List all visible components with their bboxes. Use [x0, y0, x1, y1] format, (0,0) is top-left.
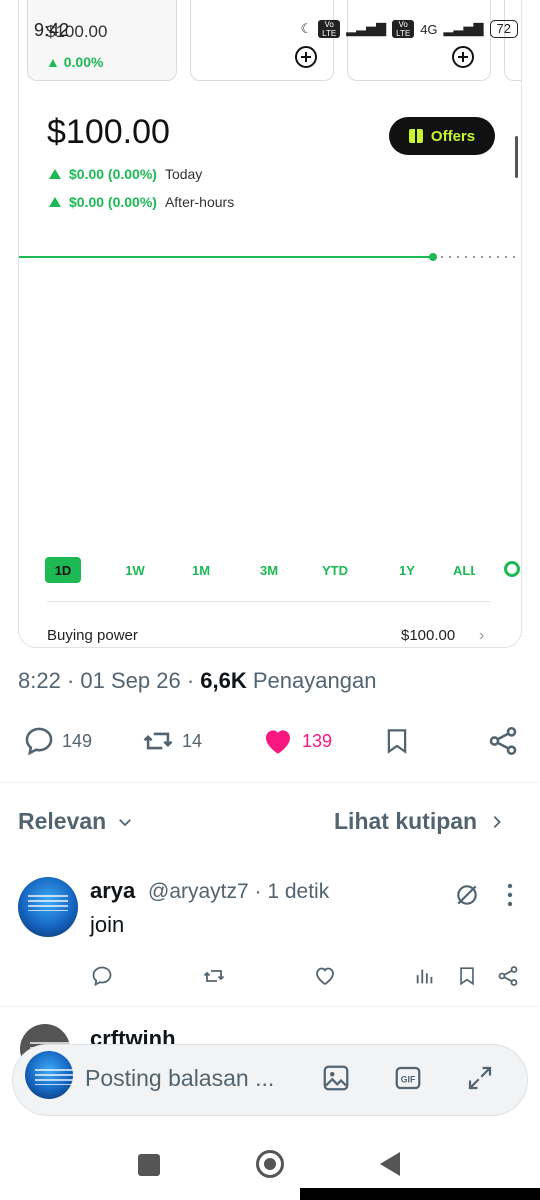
range-tab-1m[interactable]: 1M: [183, 557, 219, 583]
view-quotes-label: Lihat kutipan: [334, 808, 478, 834]
tweet-meta: 8:22 · 01 Sep 26 · 6,6K Penayangan: [18, 668, 377, 693]
gif-icon[interactable]: GIF: [393, 1063, 423, 1093]
today-change-value: $0.00 (0.00%): [69, 166, 157, 182]
bookmark-button[interactable]: [382, 724, 412, 758]
embedded-media[interactable]: $100.00 ▲ 0.00% $100.00 Offers $0.00 (0.…: [18, 0, 522, 648]
reply-count: 149: [62, 730, 93, 751]
moon-icon: ☾: [300, 21, 313, 36]
more-icon[interactable]: [506, 882, 514, 908]
buying-power-label: Buying power: [47, 627, 138, 644]
reply-handle: @aryaytz7 · 1 detik: [148, 880, 330, 903]
views-count: 6,6K: [200, 668, 247, 693]
share-icon: [489, 726, 517, 756]
gift-icon: [408, 129, 423, 143]
reply-author-name[interactable]: arya: [90, 878, 135, 904]
sort-label: Relevan: [18, 808, 107, 834]
gesture-strip: [300, 1188, 540, 1200]
volte-icon: Vo LTE: [318, 20, 341, 38]
today-label: Today: [164, 166, 203, 182]
reply-button[interactable]: 149: [22, 724, 92, 758]
price-chart: [19, 253, 521, 261]
tweet-date: 01 Sep 26: [80, 668, 181, 693]
views-label: Penayangan: [252, 668, 377, 693]
status-icons: ☾ Vo LTE ▂▃▅▇ Vo LTE 4G ▂▃▅▇ 72: [301, 20, 518, 38]
range-tabs: 1D 1W 1M 3M YTD 1Y ALL: [45, 557, 520, 583]
portfolio-value: $100.00: [47, 113, 170, 151]
add-tile-2[interactable]: [347, 0, 491, 81]
tile-partial[interactable]: [504, 0, 521, 81]
up-triangle-icon: [49, 197, 61, 207]
analytics-icon[interactable]: [414, 964, 436, 988]
divider: [0, 782, 540, 783]
add-circle-icon[interactable]: [295, 46, 317, 68]
bookmark-icon: [387, 729, 407, 754]
heart-icon[interactable]: [313, 964, 337, 988]
share-button[interactable]: [486, 724, 520, 758]
bookmark-icon[interactable]: [456, 964, 478, 988]
heart-icon: [265, 730, 291, 754]
like-button[interactable]: 139: [260, 724, 332, 758]
tweet-actions: 149 14 139: [0, 724, 540, 760]
tile-change: ▲ 0.00%: [46, 54, 104, 70]
offers-button[interactable]: Offers: [389, 117, 495, 155]
after-hours-value: $0.00 (0.00%): [69, 194, 157, 210]
svg-text:GIF: GIF: [401, 1074, 416, 1084]
chevron-down-icon: [119, 818, 132, 826]
add-tile[interactable]: [190, 0, 334, 81]
battery-indicator: 72: [489, 20, 518, 38]
range-tab-1w[interactable]: 1W: [117, 557, 153, 583]
reply-composer[interactable]: Posting balasan ... GIF: [12, 1044, 528, 1116]
reply-actions: [0, 964, 540, 994]
price-dot: [429, 253, 437, 261]
grok-icon[interactable]: [454, 882, 480, 908]
range-tab-all[interactable]: ALL: [453, 557, 475, 583]
scrollbar[interactable]: [515, 136, 518, 178]
tweet-time: 8:22: [18, 668, 61, 693]
range-tab-1d[interactable]: 1D: [45, 557, 81, 583]
offers-label: Offers: [430, 127, 476, 145]
view-quotes-link[interactable]: Lihat kutipan: [334, 808, 505, 835]
network-type: 4G: [420, 21, 438, 37]
avatar: [25, 1051, 73, 1099]
retweet-count: 14: [182, 730, 203, 751]
add-circle-icon-2[interactable]: [452, 46, 474, 68]
volte-icon-2: Vo LTE: [392, 20, 415, 38]
after-hours-label: After-hours: [164, 194, 235, 210]
home-button[interactable]: [256, 1150, 284, 1178]
signal-icon: ▂▃▅▇: [346, 21, 387, 36]
gear-icon[interactable]: [504, 561, 520, 577]
reply-text: join: [90, 912, 125, 937]
recents-button[interactable]: [138, 1154, 160, 1176]
reply-icon[interactable]: [90, 964, 114, 988]
up-triangle-icon: [49, 169, 61, 179]
after-hours-row: $0.00 (0.00%) After-hours: [49, 194, 234, 210]
retweet-button[interactable]: 14: [140, 724, 202, 758]
sort-dropdown[interactable]: Relevan: [18, 808, 134, 835]
back-button[interactable]: [380, 1152, 400, 1176]
chevron-right-icon: [493, 815, 502, 828]
divider: [0, 1006, 540, 1007]
today-change-row: $0.00 (0.00%) Today: [49, 166, 202, 182]
range-tab-ytd[interactable]: YTD: [317, 557, 353, 583]
avatar[interactable]: [18, 877, 78, 937]
chevron-right-icon[interactable]: ›: [479, 627, 484, 645]
divider: [47, 601, 491, 602]
reply-input[interactable]: Posting balasan ...: [85, 1065, 274, 1092]
range-tab-3m[interactable]: 3M: [251, 557, 287, 583]
status-time: 9:42: [34, 20, 70, 40]
range-tab-1y[interactable]: 1Y: [389, 557, 425, 583]
share-icon[interactable]: [496, 964, 520, 988]
buying-power-value: $100.00: [401, 627, 456, 644]
expand-icon[interactable]: [465, 1063, 495, 1093]
signal-icon-2: ▂▃▅▇: [443, 21, 484, 36]
like-count: 139: [302, 730, 333, 751]
reply-icon: [25, 727, 53, 756]
retweet-icon[interactable]: [201, 964, 227, 988]
retweet-icon: [143, 732, 173, 750]
image-icon[interactable]: [321, 1063, 351, 1093]
